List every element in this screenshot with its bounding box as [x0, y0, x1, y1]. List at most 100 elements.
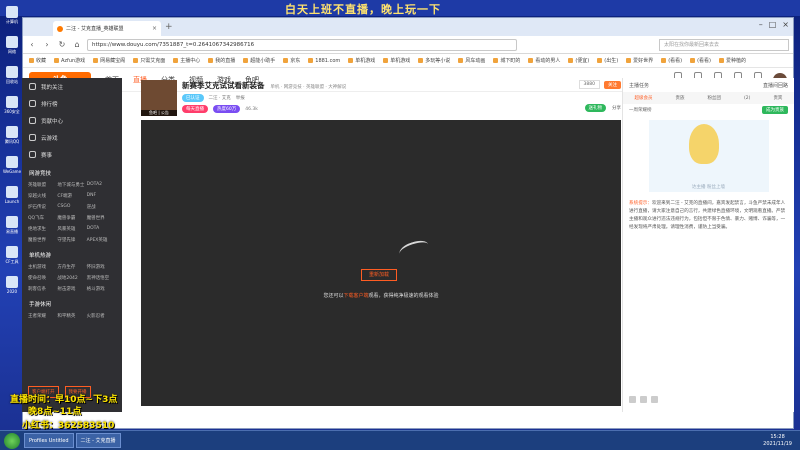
- desktop-shortcut[interactable]: CF工具: [0, 240, 24, 270]
- bookmark-item[interactable]: (看看): [661, 57, 682, 64]
- maximize-icon[interactable]: □: [769, 20, 777, 29]
- share-button[interactable]: 分享: [612, 105, 621, 111]
- emoji-icon[interactable]: [629, 396, 636, 403]
- gift-icon[interactable]: [640, 396, 647, 403]
- bookmark-item[interactable]: 爱种植的: [719, 57, 746, 64]
- room-category[interactable]: 单机 · 网游竞技 · 英雄联盟 · 大神解说: [270, 85, 346, 90]
- bookmark-item[interactable]: (便宜): [568, 57, 589, 64]
- bookmark-item[interactable]: 收藏: [29, 57, 46, 64]
- tab-vip[interactable]: 贵宾: [773, 95, 782, 101]
- desktop-shortcut[interactable]: 2020: [0, 270, 24, 300]
- tab-super-member[interactable]: 超级会员: [635, 95, 653, 101]
- close-tab-icon[interactable]: ×: [152, 25, 157, 32]
- tab-fans[interactable]: 粉丝团: [708, 95, 722, 101]
- bookmark-item[interactable]: 爱好世界: [626, 57, 653, 64]
- send-gift-button[interactable]: 送礼物: [584, 104, 606, 112]
- category-link[interactable]: 魔兽争霸: [57, 215, 86, 221]
- category-link[interactable]: 黑神话悟空: [87, 275, 116, 281]
- weekly-rank-link[interactable]: 一周荣耀榜: [629, 107, 652, 113]
- bookmark-item[interactable]: 网易藏宝阁: [93, 57, 125, 64]
- room-replay-link[interactable]: 直播间回路: [763, 82, 788, 89]
- category-link[interactable]: DOTA: [87, 226, 116, 232]
- category-link[interactable]: 风暴英雄: [57, 226, 86, 232]
- report-link[interactable]: 举报: [236, 95, 245, 101]
- category-link[interactable]: DNF: [87, 193, 116, 199]
- category-link[interactable]: 格斗游戏: [87, 286, 116, 292]
- bookmark-item[interactable]: 风车动画: [458, 57, 485, 64]
- category-link[interactable]: 英雄联盟: [28, 182, 57, 188]
- close-window-icon[interactable]: ×: [782, 20, 789, 29]
- reload-player-button[interactable]: 重新加载: [361, 269, 397, 281]
- bookmark-item[interactable]: 主播中心: [173, 57, 200, 64]
- new-tab-icon[interactable]: +: [165, 22, 173, 32]
- become-noble-button[interactable]: 成为贵族: [762, 106, 788, 114]
- desktop-shortcut[interactable]: 腾讯QQ: [0, 120, 24, 150]
- reload-icon[interactable]: ↻: [57, 40, 67, 49]
- forward-icon[interactable]: ›: [42, 40, 52, 49]
- bookmark-item[interactable]: 只需艾克面: [133, 57, 165, 64]
- bookmark-item[interactable]: Azfun游戏: [54, 57, 85, 64]
- category-link[interactable]: 穿越火线: [28, 193, 57, 199]
- minimize-icon[interactable]: –: [759, 20, 763, 29]
- category-link[interactable]: 绝地求生: [28, 226, 57, 232]
- category-link[interactable]: 逆战: [87, 204, 116, 210]
- category-link[interactable]: 刺客信条: [28, 286, 57, 292]
- bookmark-item[interactable]: 我的直播: [208, 57, 235, 64]
- category-link[interactable]: 守望先锋: [57, 237, 86, 243]
- bookmark-item[interactable]: (看看): [690, 57, 711, 64]
- bookmark-item[interactable]: (出生): [597, 57, 618, 64]
- bookmark-item[interactable]: 城下町的: [493, 57, 520, 64]
- bookmark-item[interactable]: 单机游戏: [383, 57, 410, 64]
- desktop-shortcut[interactable]: 网络: [0, 30, 24, 60]
- category-link[interactable]: CF端游: [57, 193, 86, 199]
- sidebar-item-rank[interactable]: 排行榜: [22, 95, 122, 112]
- category-link[interactable]: 魔兽世界: [28, 237, 57, 243]
- category-link[interactable]: 火影忍者: [87, 313, 116, 319]
- streamer-avatar[interactable]: 鱼吧 | 公告: [141, 80, 177, 116]
- category-link[interactable]: 射击游戏: [57, 286, 86, 292]
- category-link[interactable]: APEX英雄: [87, 237, 116, 243]
- download-client-link[interactable]: 下载客户端: [343, 293, 368, 299]
- url-field[interactable]: https://www.douyu.com/7351887_t=0.264106…: [87, 38, 517, 51]
- category-link[interactable]: 和平精英: [57, 313, 86, 319]
- category-link[interactable]: 地下城与勇士: [57, 182, 86, 188]
- category-link[interactable]: 魔兽世界: [87, 215, 116, 221]
- video-player[interactable]: 重新加载 您还可以下载客户端观看，获得纯净极速的观看体验: [141, 120, 621, 406]
- sidebar-item-esports[interactable]: 赛事: [22, 146, 122, 163]
- bookmark-item[interactable]: 多玩等小说: [418, 57, 450, 64]
- taskbar-app-1[interactable]: Profiles Untitled: [24, 433, 74, 448]
- follow-button[interactable]: 关注: [604, 80, 621, 89]
- streamer-name[interactable]: 二汪 · 艾克: [209, 95, 231, 101]
- category-link[interactable]: DOTA2: [87, 182, 116, 188]
- category-link[interactable]: CSGO: [57, 204, 86, 210]
- desktop-shortcut[interactable]: 计算机: [0, 0, 24, 30]
- settings-icon[interactable]: [651, 396, 658, 403]
- category-link[interactable]: QQ飞车: [28, 215, 57, 221]
- desktop-shortcut[interactable]: Launch: [0, 180, 24, 210]
- start-button-icon[interactable]: [4, 432, 20, 449]
- browser-tab[interactable]: 二汪 - 艾克直播_英雄联盟 ×: [53, 21, 161, 36]
- category-link[interactable]: 炉石传说: [28, 204, 57, 210]
- home-icon[interactable]: ⌂: [72, 40, 82, 49]
- category-link[interactable]: 战地2042: [57, 275, 86, 281]
- sidebar-item-cloud-game[interactable]: 云游戏: [22, 129, 122, 146]
- category-link[interactable]: 王者荣耀: [28, 313, 57, 319]
- category-link[interactable]: 主机游戏: [28, 264, 57, 270]
- category-link[interactable]: 方舟生存: [57, 264, 86, 270]
- bookmark-item[interactable]: 单机游戏: [348, 57, 375, 64]
- streamer-task-link[interactable]: 主播任务: [629, 82, 649, 89]
- browser-search-input[interactable]: 太阳在找你最新回来去去: [659, 38, 789, 51]
- desktop-shortcut[interactable]: 回收站: [0, 60, 24, 90]
- tab-noble[interactable]: 贵族: [676, 95, 685, 101]
- sidebar-item-contribution[interactable]: 贡献中心: [22, 112, 122, 129]
- desktop-shortcut[interactable]: 360安全: [0, 90, 24, 120]
- category-link[interactable]: 怀旧游戏: [87, 264, 116, 270]
- system-clock[interactable]: 15:28 2021/11/19: [763, 434, 800, 448]
- sidebar-item-follow[interactable]: 我的关注: [22, 78, 122, 95]
- desktop-shortcut[interactable]: WeGame: [0, 150, 24, 180]
- bookmark-item[interactable]: 1881.com: [308, 58, 340, 64]
- bookmark-item[interactable]: 超能小助手: [243, 57, 275, 64]
- back-icon[interactable]: ‹: [27, 40, 37, 49]
- desktop-shortcut[interactable]: 易直播: [0, 210, 24, 240]
- category-link[interactable]: 使命召唤: [28, 275, 57, 281]
